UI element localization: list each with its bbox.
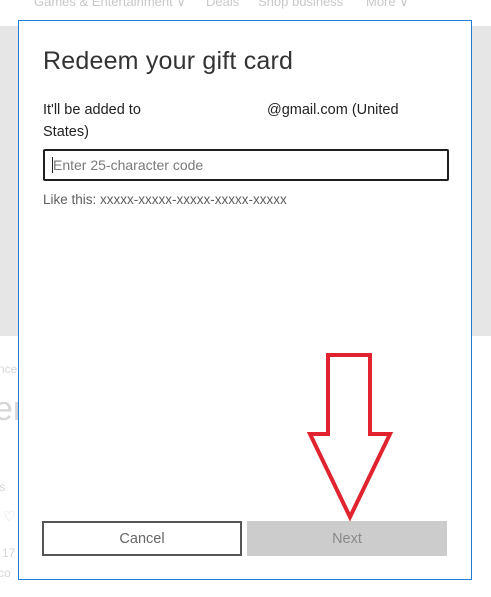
bg-nav-games: Games & Entertainment ∨	[34, 0, 186, 9]
bg-fragment: co	[0, 566, 11, 580]
down-arrow-icon	[306, 353, 394, 522]
cancel-button[interactable]: Cancel	[42, 521, 242, 556]
account-suffix: States)	[43, 124, 89, 140]
bg-nav-shop-business: Shop business	[258, 0, 344, 9]
bg-nav-deals: Deals	[206, 0, 240, 9]
bg-fragment: 17	[2, 546, 16, 560]
account-prefix: It'll be added to	[43, 102, 141, 118]
account-info: It'll be added to @gmail.com (United Sta…	[43, 99, 423, 143]
code-format-hint: Like this: xxxxx-xxxxx-xxxxx-xxxxx-xxxxx	[43, 192, 287, 207]
bg-fragment: nce	[0, 362, 18, 376]
account-email: @gmail.com (United	[267, 102, 399, 118]
heart-icon: ♡	[3, 508, 16, 524]
next-button[interactable]: Next	[247, 521, 447, 556]
gift-code-input[interactable]	[43, 149, 449, 181]
background-nav: Games & Entertainment ∨ Deals Shop busin…	[0, 0, 491, 20]
bg-fragment: ts	[0, 480, 6, 494]
redeem-dialog: Redeem your gift card It'll be added to …	[18, 20, 472, 580]
bg-nav-more: More ∨	[366, 0, 409, 9]
dialog-title: Redeem your gift card	[43, 47, 294, 75]
text-caret	[52, 157, 53, 173]
